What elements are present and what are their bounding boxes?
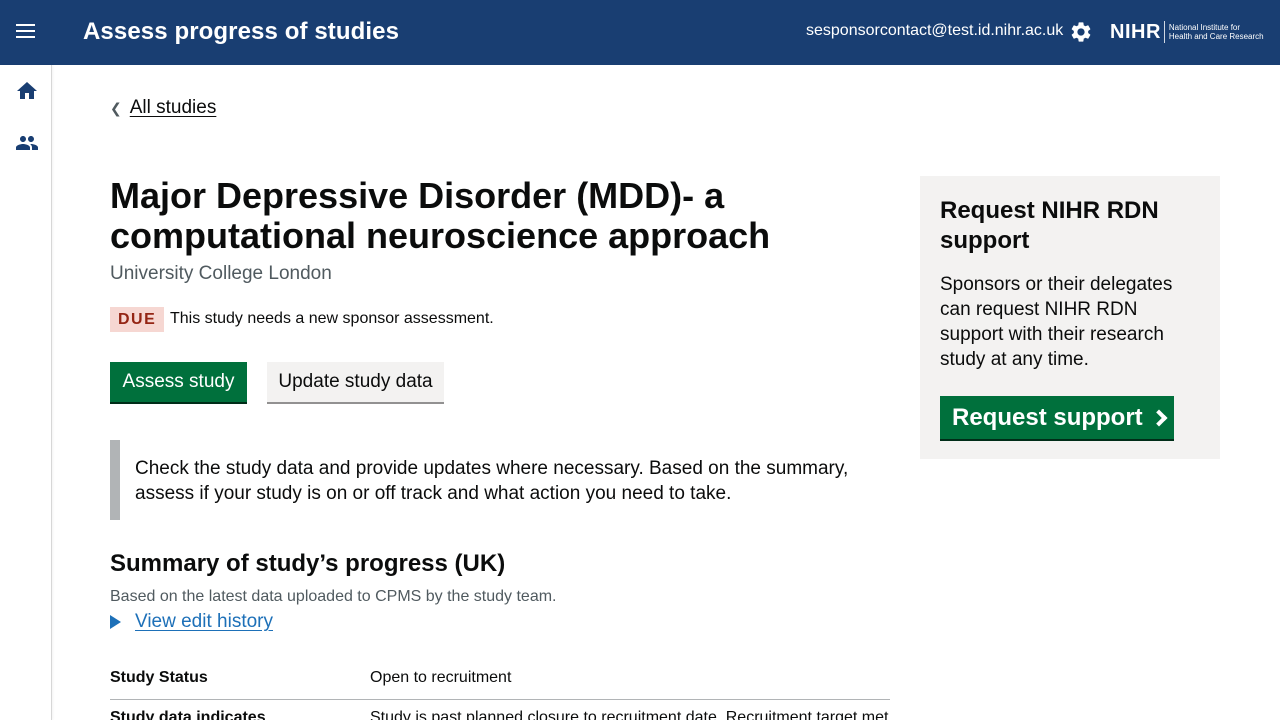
breadcrumb: ❮ All studies	[110, 97, 216, 119]
summary-heading: Summary of study’s progress (UK)	[110, 550, 506, 577]
summary-row: Study data indicates Study is past plann…	[110, 709, 890, 720]
logo-divider	[1163, 21, 1165, 43]
triangle-right-icon	[110, 615, 121, 629]
summary-row-key: Study data indicates	[110, 709, 266, 720]
sidebar	[0, 65, 52, 720]
chevron-right-icon	[1150, 409, 1168, 426]
users-icon[interactable]	[15, 131, 39, 155]
app-title: Assess progress of studies	[83, 18, 400, 45]
update-study-data-button[interactable]: Update study data	[267, 362, 444, 402]
summary-row-value: Study is past planned closure to recruit…	[370, 709, 889, 720]
edit-history-details[interactable]: View edit history	[110, 611, 273, 633]
view-edit-history-link[interactable]: View edit history	[135, 611, 273, 633]
logo-sub-text: National Institute for Health and Care R…	[1169, 23, 1264, 41]
logo-sub-line2: Health and Care Research	[1168, 32, 1264, 41]
page-title: Major Depressive Disorder (MDD)- a compu…	[110, 175, 771, 256]
app-header: Assess progress of studies sesponsorcont…	[0, 0, 1280, 65]
summary-row: Study Status Open to recruitment	[110, 669, 890, 700]
summary-subtext: Based on the latest data uploaded to CPM…	[110, 588, 557, 605]
request-support-label: Request support	[952, 403, 1143, 431]
request-support-panel: Request NIHR RDN support Sponsors or the…	[920, 176, 1220, 459]
inset-text: Check the study data and provide updates…	[110, 440, 850, 520]
panel-heading: Request NIHR RDN support	[940, 197, 1159, 254]
status-text: This study needs a new sponsor assessmen…	[170, 310, 494, 327]
all-studies-link[interactable]: All studies	[130, 97, 217, 119]
assess-study-button[interactable]: Assess study	[110, 362, 247, 402]
request-support-button[interactable]: Request support	[940, 396, 1174, 439]
hamburger-icon[interactable]	[16, 24, 38, 42]
summary-row-key: Study Status	[110, 669, 208, 686]
home-icon[interactable]	[15, 79, 39, 103]
logo-sub-line1: National Institute for	[1168, 23, 1241, 32]
user-email: sesponsorcontact@test.id.nihr.ac.uk	[806, 22, 1064, 39]
summary-row-value: Open to recruitment	[370, 669, 512, 686]
panel-body: Sponsors or their delegates can request …	[940, 274, 1173, 370]
gear-icon[interactable]	[1069, 20, 1093, 44]
chevron-left-icon: ❮	[110, 99, 122, 116]
logo-main-text: NIHR	[1110, 20, 1161, 43]
status-badge: DUE	[110, 307, 165, 332]
organisation: University College London	[110, 263, 332, 284]
nihr-logo: NIHR National Institute for Health and C…	[1110, 18, 1270, 46]
